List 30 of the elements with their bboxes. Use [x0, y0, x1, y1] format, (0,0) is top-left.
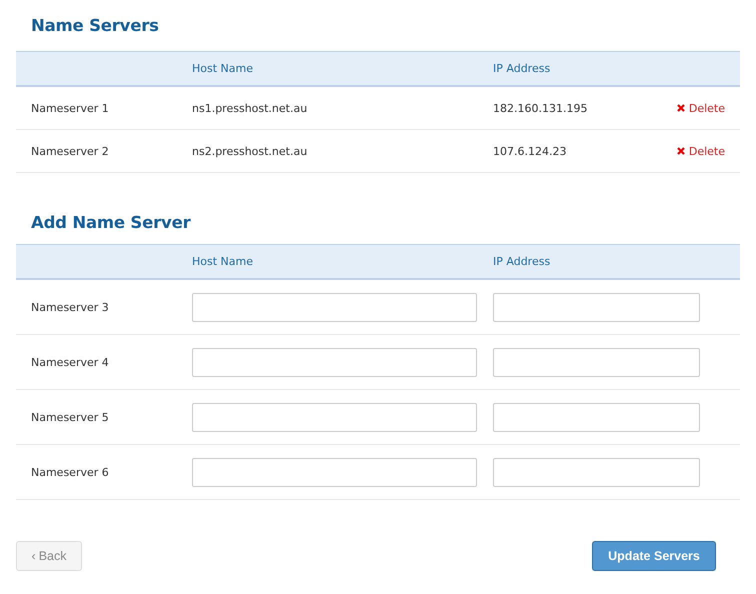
row-label: Nameserver 2: [31, 144, 110, 158]
ip-address: 182.160.131.195: [493, 102, 588, 114]
close-icon: [676, 147, 685, 155]
row-label: Nameserver 6: [31, 466, 110, 478]
host-name-field[interactable]: [192, 458, 477, 486]
row-label: Nameserver 3: [31, 300, 110, 314]
host-name-field[interactable]: [192, 348, 477, 376]
column-header: IP Address: [493, 255, 552, 268]
row-label: Nameserver 5: [31, 410, 110, 424]
ip-address-field[interactable]: [493, 458, 700, 486]
row-label: Nameserver 4: [31, 356, 110, 368]
ip-address: 107.6.124.23: [493, 144, 568, 158]
column-header: IP Address: [493, 62, 552, 75]
delete-link[interactable]: Delete: [676, 102, 725, 114]
host-name: ns1.presshost.net.au: [192, 102, 308, 114]
section-title: Add Name Server: [30, 212, 192, 234]
host-name-field[interactable]: [192, 292, 477, 322]
ip-address-field[interactable]: [493, 402, 700, 432]
row-label: Nameserver 1: [31, 102, 110, 114]
column-header: Host Name: [192, 62, 254, 75]
update-servers-button[interactable]: Update Servers: [592, 541, 716, 571]
host-name-field[interactable]: [192, 402, 477, 432]
close-icon: [676, 104, 685, 112]
delete-link[interactable]: Delete: [676, 144, 725, 158]
ip-address-field[interactable]: [493, 348, 700, 376]
column-header: Host Name: [192, 255, 254, 268]
section-title: Name Servers: [30, 15, 160, 37]
back-button[interactable]: ‹ Back: [16, 541, 82, 571]
host-name: ns2.presshost.net.au: [192, 144, 308, 158]
ip-address-field[interactable]: [493, 292, 700, 322]
